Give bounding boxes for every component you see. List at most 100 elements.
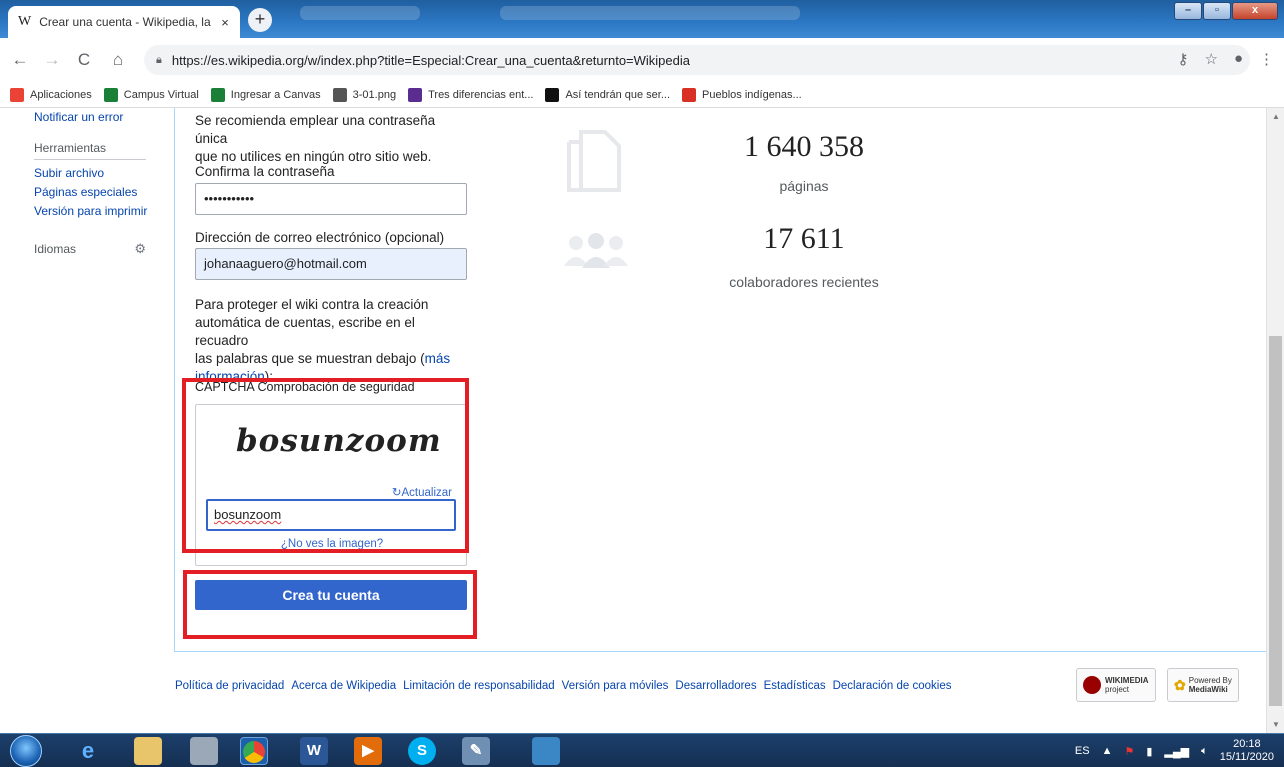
confirm-password-field[interactable]: ••••••••••• bbox=[195, 183, 467, 215]
wikipedia-page: Notificar un error Herramientas Subir ar… bbox=[0, 108, 1266, 733]
reload-icon[interactable]: C bbox=[72, 50, 96, 70]
contributors-count: 17 611 bbox=[763, 222, 845, 255]
blurred-window-title bbox=[500, 6, 800, 20]
key-icon[interactable]: ⚷ bbox=[1177, 50, 1188, 68]
forward-arrow-icon[interactable]: → bbox=[40, 50, 64, 70]
bookmark-item[interactable]: 3-01.png bbox=[332, 87, 396, 102]
report-error-link[interactable]: Notificar un error bbox=[34, 108, 164, 127]
wikimedia-badge-label: WIKIMEDIA bbox=[1105, 676, 1149, 685]
sidebar-item-printable[interactable]: Versión para imprimir bbox=[34, 202, 164, 221]
bookmark-item[interactable]: Pueblos indígenas... bbox=[682, 87, 802, 102]
scroll-thumb[interactable] bbox=[1269, 336, 1282, 706]
bookmark-label: Así tendrán que ser... bbox=[565, 88, 671, 101]
star-icon[interactable]: ☆ bbox=[1204, 50, 1217, 68]
email-label: Dirección de correo electrónico (opciona… bbox=[195, 230, 445, 245]
wikimedia-logo-icon bbox=[1083, 676, 1101, 694]
footer-links: Política de privacidad Acerca de Wikipedi… bbox=[175, 680, 952, 692]
browser-toolbar: ← → C ⌂ 🔒︎ https://es.wikipedia.org/w/in… bbox=[0, 38, 1284, 82]
captcha-intro: Para proteger el wiki contra la creación… bbox=[195, 296, 467, 386]
canvas-icon bbox=[210, 87, 225, 102]
bookmark-label: Tres diferencias ent... bbox=[428, 88, 534, 101]
gear-icon[interactable]: ⚙ bbox=[134, 241, 146, 257]
toolbar-right-icons: ⚷ ☆ ● ⋮ bbox=[1177, 50, 1274, 68]
pages-label: páginas bbox=[779, 178, 829, 194]
bookmark-item[interactable]: Aplicaciones bbox=[10, 87, 92, 102]
maximize-button[interactable]: ▫ bbox=[1203, 2, 1231, 20]
network-icon[interactable]: ▮ bbox=[1146, 745, 1152, 758]
sidebar-item-special-pages[interactable]: Páginas especiales bbox=[34, 183, 164, 202]
footer-link[interactable]: Versión para móviles bbox=[562, 680, 669, 692]
new-tab-button[interactable]: + bbox=[248, 8, 272, 32]
pages-icon bbox=[567, 130, 621, 192]
photo-viewer-icon[interactable] bbox=[532, 737, 560, 765]
mediawiki-badge[interactable]: ✿ Powered By MediaWiki bbox=[1167, 668, 1239, 702]
browser-titlebar: W Crear una cuenta - Wikipedia, la × + –… bbox=[0, 0, 1284, 38]
language-indicator[interactable]: ES bbox=[1075, 745, 1090, 757]
chrome-taskbar-button[interactable] bbox=[240, 737, 268, 765]
blurred-window-title bbox=[300, 6, 420, 20]
bookmark-label: Pueblos indígenas... bbox=[702, 88, 802, 101]
address-bar[interactable]: 🔒︎ https://es.wikipedia.org/w/index.php?… bbox=[144, 45, 1250, 75]
footer-link[interactable]: Política de privacidad bbox=[175, 680, 284, 692]
clock-time: 20:18 bbox=[1233, 738, 1261, 750]
volume-icon[interactable]: 🔈︎ bbox=[1201, 745, 1208, 758]
languages-row: Idiomas ⚙ bbox=[34, 241, 146, 257]
media-player-icon[interactable]: ▶ bbox=[354, 737, 382, 765]
menu-icon[interactable]: ⋮ bbox=[1259, 50, 1274, 68]
contributors-label: colaboradores recientes bbox=[729, 274, 879, 290]
wikimedia-badge[interactable]: WIKIMEDIA project bbox=[1076, 668, 1156, 702]
internet-explorer-icon[interactable]: e bbox=[74, 737, 102, 765]
captcha-intro-text: las palabras que se muestran debajo ( bbox=[195, 351, 425, 366]
skype-icon[interactable]: S bbox=[408, 737, 436, 765]
page-scrollbar[interactable]: ▲ ▼ bbox=[1266, 108, 1284, 733]
bookmark-item[interactable]: Así tendrán que ser... bbox=[545, 87, 671, 102]
clock[interactable]: 20:18 15/11/2020 bbox=[1220, 738, 1274, 764]
start-button[interactable] bbox=[10, 735, 42, 767]
url-text: https://es.wikipedia.org/w/index.php?tit… bbox=[171, 52, 690, 68]
wikipedia-logo-icon: W bbox=[18, 14, 32, 29]
signal-icon[interactable]: ▂▄▆ bbox=[1164, 745, 1189, 758]
captcha-intro-line: las palabras que se muestran debajo (más bbox=[195, 350, 467, 368]
tab-wikipedia[interactable]: W Crear una cuenta - Wikipedia, la × bbox=[8, 6, 240, 38]
profile-icon[interactable]: ● bbox=[1234, 50, 1243, 68]
bookmark-label: Ingresar a Canvas bbox=[230, 88, 321, 101]
wikimedia-badge-sub: project bbox=[1105, 685, 1130, 694]
action-center-flag-icon[interactable]: ⚑ bbox=[1124, 745, 1134, 758]
file-explorer-icon[interactable] bbox=[134, 737, 162, 765]
sidebar-item-upload[interactable]: Subir archivo bbox=[34, 164, 164, 183]
home-icon[interactable]: ⌂ bbox=[106, 50, 130, 70]
pages-count: 1 640 358 bbox=[744, 130, 864, 163]
bookmark-item[interactable]: Tres diferencias ent... bbox=[408, 87, 534, 102]
footer-link[interactable]: Desarrolladores bbox=[675, 680, 756, 692]
bookmark-item[interactable]: Campus Virtual bbox=[103, 87, 199, 102]
paint-icon[interactable]: ✎ bbox=[462, 737, 490, 765]
footer-link[interactable]: Acerca de Wikipedia bbox=[291, 680, 396, 692]
word-icon[interactable]: W bbox=[300, 737, 328, 765]
languages-heading: Idiomas bbox=[34, 242, 77, 256]
more-info-link[interactable]: más bbox=[425, 351, 451, 366]
mediawiki-badge-label: MediaWiki bbox=[1188, 685, 1228, 694]
chrome-icon bbox=[243, 741, 265, 763]
footer-link[interactable]: Estadísticas bbox=[764, 680, 826, 692]
tools-heading: Herramientas bbox=[34, 137, 146, 160]
windows-taskbar: e W ▶ S ✎ ES ▲ ⚑ ▮ ▂▄▆ 🔈︎ 20:18 15/11/20… bbox=[0, 733, 1284, 767]
minimize-button[interactable]: – bbox=[1174, 2, 1202, 20]
back-arrow-icon[interactable]: ← bbox=[8, 50, 32, 70]
bookmark-item[interactable]: Ingresar a Canvas bbox=[210, 87, 321, 102]
content-border bbox=[174, 108, 175, 652]
calculator-icon[interactable] bbox=[190, 737, 218, 765]
footer-link[interactable]: Limitación de responsabilidad bbox=[403, 680, 555, 692]
submit-highlight-box bbox=[183, 570, 477, 639]
lock-icon: 🔒︎ bbox=[156, 53, 162, 66]
password-help: Se recomienda emplear una contraseña úni… bbox=[195, 112, 467, 166]
email-field[interactable]: johanaaguero@hotmail.com bbox=[195, 248, 467, 280]
close-window-button[interactable]: x bbox=[1232, 2, 1278, 20]
password-help-line: Se recomienda emplear una contraseña úni… bbox=[195, 113, 436, 146]
footer-link[interactable]: Declaración de cookies bbox=[833, 680, 952, 692]
system-tray: ES ▲ ⚑ ▮ ▂▄▆ 🔈︎ 20:18 15/11/2020 bbox=[1075, 734, 1274, 767]
close-tab-icon[interactable]: × bbox=[221, 15, 229, 30]
tray-expand-icon[interactable]: ▲ bbox=[1102, 745, 1113, 757]
scroll-down-arrow[interactable]: ▼ bbox=[1267, 720, 1284, 729]
scroll-up-arrow[interactable]: ▲ bbox=[1267, 112, 1284, 121]
bookmark-label: Campus Virtual bbox=[123, 88, 199, 101]
